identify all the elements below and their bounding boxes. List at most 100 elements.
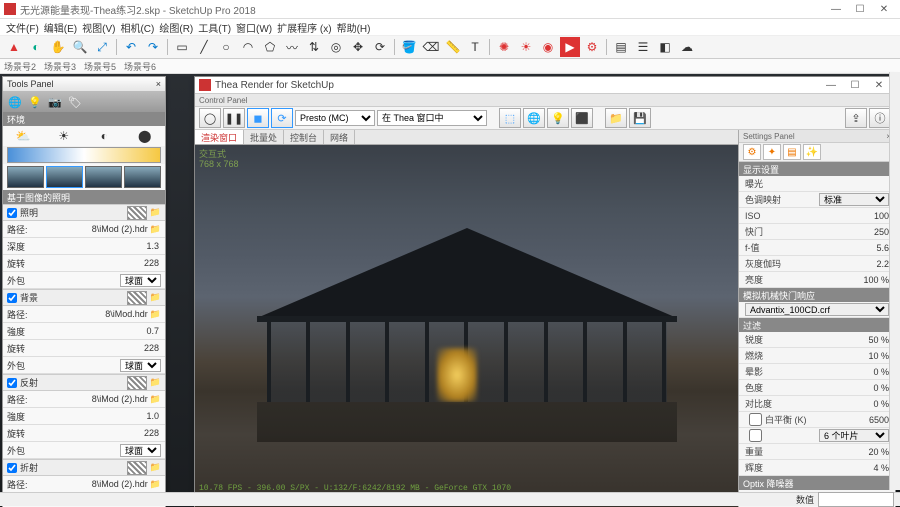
zoom-icon[interactable]: 🔍 <box>70 37 90 57</box>
thea-titlebar[interactable]: Thea Render for SketchUp — ☐ ✕ <box>195 77 895 94</box>
section-refraction[interactable]: 折射📁 <box>3 459 165 476</box>
camera-select[interactable]: 在 Thea 窗口中 <box>377 110 487 126</box>
hdr-thumb[interactable] <box>85 166 122 188</box>
rectangle-icon[interactable]: ▭ <box>172 37 192 57</box>
folder-icon[interactable]: 📁 <box>150 292 161 303</box>
tp-tab-camera-icon[interactable]: 📷 <box>47 94 63 110</box>
refresh-button[interactable]: ⟳ <box>271 108 293 128</box>
undo-icon[interactable]: ↶ <box>121 37 141 57</box>
contrast-value[interactable]: 0 % <box>873 399 889 409</box>
circle-icon[interactable]: ○ <box>216 37 236 57</box>
menu-help[interactable]: 帮助(H) <box>335 20 373 35</box>
vignette-value[interactable]: 0 % <box>873 367 889 377</box>
rotate-icon[interactable]: ⟳ <box>370 37 390 57</box>
offset-icon[interactable]: ◎ <box>326 37 346 57</box>
menu-camera[interactable]: 相机(C) <box>118 20 156 35</box>
wb-value[interactable]: 6500 <box>869 415 889 425</box>
refr-checkbox[interactable] <box>7 463 17 473</box>
wrap-select[interactable]: 球面 <box>120 359 161 372</box>
shutter-value[interactable]: 250 <box>874 227 889 237</box>
engine-select[interactable]: Presto (MC) <box>295 110 375 126</box>
tab-render[interactable]: 渲染窗口 <box>195 130 244 144</box>
arc-icon[interactable]: ◠ <box>238 37 258 57</box>
channels-tab-icon[interactable]: ✦ <box>763 144 781 160</box>
wrap-select[interactable]: 球面 <box>120 444 161 457</box>
scene-tab[interactable]: 场景号2 <box>4 60 36 73</box>
display-tab-icon[interactable]: ⚙ <box>743 144 761 160</box>
globe-icon[interactable]: 🌐 <box>523 108 545 128</box>
text-icon[interactable]: T <box>465 37 485 57</box>
section-reflection[interactable]: 反射📁 <box>3 374 165 391</box>
browse-icon[interactable]: 📁 <box>150 309 161 320</box>
scene-tab[interactable]: 场景号3 <box>44 60 76 73</box>
display-section[interactable]: 显示设置 <box>739 162 895 176</box>
crf-section[interactable]: 模拟机械快门响应 <box>739 288 895 302</box>
freehand-icon[interactable]: 〰 <box>282 37 302 57</box>
minimize-button[interactable]: — <box>824 1 848 17</box>
iso-value[interactable]: 100 <box>874 211 889 221</box>
export-icon[interactable]: ⇪ <box>845 108 867 128</box>
tab-batch[interactable]: 批量处 <box>244 130 284 144</box>
menu-extensions[interactable]: 扩展程序 (x) <box>275 20 333 35</box>
hatch-icon[interactable] <box>127 461 147 475</box>
shadows-icon[interactable]: ◧ <box>655 37 675 57</box>
select-icon[interactable]: ▲ <box>4 37 24 57</box>
viewport[interactable]: Tools Panel× 🌐 💡 📷 🏷 环境 ⛅ ☀ ◐ ⬤ 基于图像的照明 … <box>0 74 900 507</box>
polygon-icon[interactable]: ⬠ <box>260 37 280 57</box>
info-icon[interactable]: ⓘ <box>869 108 891 128</box>
section-background[interactable]: 背景📁 <box>3 289 165 306</box>
wrap-select[interactable]: 球面 <box>120 274 161 287</box>
glare-value[interactable]: 4 % <box>873 463 889 473</box>
gamma-value[interactable]: 2.2 <box>876 259 889 269</box>
region-icon[interactable]: ⬚ <box>499 108 521 128</box>
tools-panel-title[interactable]: Tools Panel× <box>3 77 165 92</box>
move-icon[interactable]: ✥ <box>348 37 368 57</box>
hatch-icon[interactable] <box>127 291 147 305</box>
browse-icon[interactable]: 📁 <box>150 224 161 235</box>
menu-tools[interactable]: 工具(T) <box>196 20 233 35</box>
filter-section[interactable]: 过滤 <box>739 318 895 332</box>
menu-file[interactable]: 文件(F) <box>4 20 41 35</box>
zoom-extents-icon[interactable]: ⤢ <box>92 37 112 57</box>
crf-select[interactable]: Advantix_100CD.crf <box>745 303 889 316</box>
optix-section[interactable]: Optix 降噪器 <box>739 476 895 490</box>
bg-checkbox[interactable] <box>7 293 17 303</box>
folder-icon[interactable]: 📁 <box>150 377 161 388</box>
sky-icon[interactable]: ⛅ <box>13 128 33 144</box>
line-icon[interactable]: ╱ <box>194 37 214 57</box>
scene-tab[interactable]: 场景号6 <box>124 60 156 73</box>
bulb-icon[interactable]: 💡 <box>547 108 569 128</box>
weight-value[interactable]: 20 % <box>868 447 889 457</box>
hdr-thumb[interactable] <box>46 166 83 188</box>
menu-draw[interactable]: 绘图(R) <box>157 20 195 35</box>
pan-icon[interactable]: ✋ <box>48 37 68 57</box>
tonemap-select[interactable]: 标准 <box>819 193 889 206</box>
outliner-icon[interactable]: ☰ <box>633 37 653 57</box>
maximize-button[interactable]: ☐ <box>848 1 872 17</box>
hatch-icon[interactable] <box>127 206 147 220</box>
list-tab-icon[interactable]: ▤ <box>783 144 801 160</box>
thea-close-button[interactable]: ✕ <box>867 77 891 93</box>
measurement-input[interactable] <box>818 492 894 507</box>
render-viewport[interactable]: 交互式 768 x 768 10.78 FPS - 396.00 S/PX - … <box>195 145 738 507</box>
folder-icon[interactable]: 📁 <box>150 207 161 218</box>
thea-render-icon[interactable]: ▶ <box>560 37 580 57</box>
hdr-thumb[interactable] <box>7 166 44 188</box>
blades-select[interactable]: 6 个叶片 <box>819 429 889 442</box>
default-tray[interactable] <box>889 72 900 490</box>
browse-icon[interactable]: 📁 <box>150 394 161 405</box>
menu-edit[interactable]: 编辑(E) <box>42 20 79 35</box>
thea-light-icon[interactable]: ✺ <box>494 37 514 57</box>
hatch-icon[interactable] <box>127 376 147 390</box>
thea-maximize-button[interactable]: ☐ <box>843 77 867 93</box>
color-icon[interactable]: ⬤ <box>135 128 155 144</box>
menu-view[interactable]: 视图(V) <box>80 20 117 35</box>
pushpull-icon[interactable]: ⇅ <box>304 37 324 57</box>
save-icon[interactable]: 💾 <box>629 108 651 128</box>
brightness-value[interactable]: 100 % <box>863 275 889 285</box>
sharpness-value[interactable]: 50 % <box>868 335 889 345</box>
sky-gradient[interactable] <box>7 147 161 163</box>
refl-checkbox[interactable] <box>7 378 17 388</box>
burn-value[interactable]: 10 % <box>868 351 889 361</box>
thea-settings-icon[interactable]: ⚙ <box>582 37 602 57</box>
